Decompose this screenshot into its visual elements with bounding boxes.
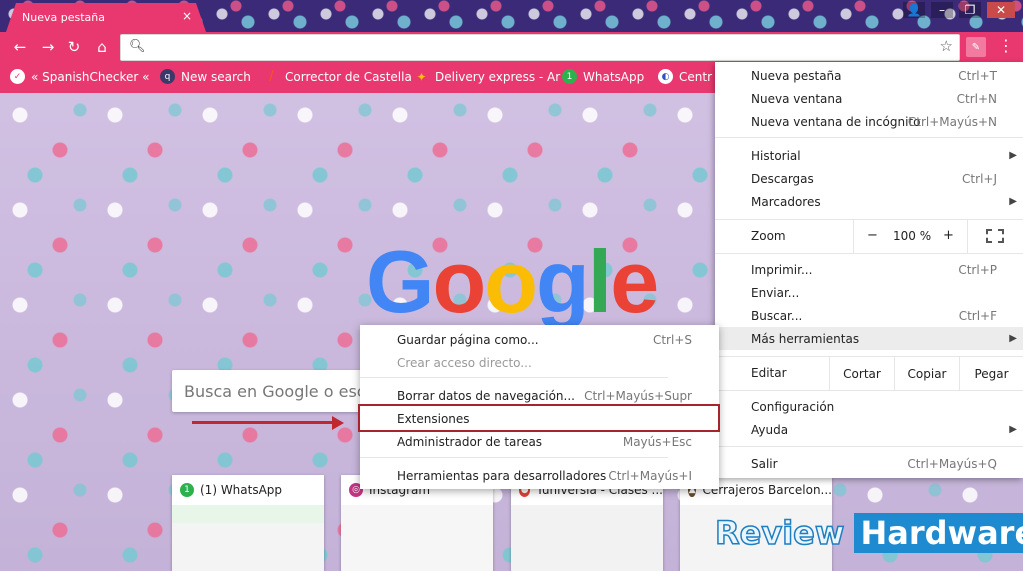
minimize-icon[interactable]: –: [931, 2, 953, 18]
cut-button[interactable]: Cortar: [829, 357, 894, 390]
most-visited-tile[interactable]: ◎ Instagram: [341, 475, 493, 571]
title-bar: Nueva pestaña × 👤 – ❐ ✕: [0, 0, 1023, 32]
whatsapp-icon: 1: [562, 69, 577, 84]
submenu-item-task-manager[interactable]: Administrador de tareas Mayús+Esc: [360, 430, 719, 453]
most-visited-tile[interactable]: ● Tuniversia - Clases ...: [511, 475, 663, 571]
menu-item-new-window[interactable]: Nueva ventana Ctrl+N: [715, 87, 1023, 110]
check-icon: ✓: [10, 69, 25, 84]
window-controls: 👤 – ❐ ✕: [903, 2, 1015, 18]
search-icon: 🔍︎: [129, 39, 146, 54]
menu-item-exit[interactable]: Salir Ctrl+Mayús+Q: [715, 452, 1023, 475]
reload-icon[interactable]: ↻: [64, 37, 84, 57]
home-icon[interactable]: ⌂: [92, 37, 112, 57]
forward-icon[interactable]: →: [38, 37, 58, 57]
zoom-label: Zoom: [751, 229, 786, 243]
menu-divider: [715, 253, 1023, 254]
menu-divider: [715, 390, 1023, 391]
bookmark-item[interactable]: ◐ Centr: [658, 69, 712, 84]
submenu-item-save-page[interactable]: Guardar página como... Ctrl+S: [360, 328, 719, 351]
bookmark-item[interactable]: q New search: [160, 69, 251, 84]
menu-item-cast[interactable]: Enviar...: [715, 281, 1023, 304]
menu-item-history[interactable]: Historial ▶: [715, 144, 1023, 167]
menu-divider: [360, 457, 668, 458]
watermark-review: Review: [714, 513, 845, 553]
tab-new-tab[interactable]: Nueva pestaña ×: [6, 3, 206, 32]
watermark-logo: Review Hardware: [714, 512, 1023, 554]
menu-item-find[interactable]: Buscar... Ctrl+F: [715, 304, 1023, 327]
edit-label: Editar: [751, 366, 787, 380]
menu-item-bookmarks[interactable]: Marcadores ▶: [715, 190, 1023, 213]
close-icon[interactable]: ×: [182, 9, 192, 23]
chevron-right-icon: ▶: [1009, 333, 1017, 344]
restore-icon[interactable]: ❐: [959, 2, 981, 18]
zoom-out-button[interactable]: −: [867, 228, 878, 243]
annotation-arrow: [192, 421, 334, 424]
tab-title: Nueva pestaña: [22, 11, 105, 24]
chevron-right-icon: ▶: [1009, 196, 1017, 207]
menu-item-downloads[interactable]: Descargas Ctrl+J: [715, 167, 1023, 190]
tile-thumbnail: [511, 505, 663, 571]
menu-item-more-tools[interactable]: Más herramientas ▶: [715, 327, 1023, 350]
menu-divider: [715, 137, 1023, 138]
pen-icon: /: [269, 69, 274, 84]
menu-item-settings[interactable]: Configuración: [715, 395, 1023, 418]
google-search-input[interactable]: Busca en Google o escri: [172, 370, 372, 412]
tile-thumbnail: [172, 505, 324, 571]
extensions-highlight-box: [358, 404, 720, 432]
chevron-right-icon: ▶: [1009, 150, 1017, 161]
menu-item-new-tab[interactable]: Nueva pestaña Ctrl+T: [715, 64, 1023, 87]
fullscreen-icon: [986, 229, 1004, 243]
bookmark-item[interactable]: 1 WhatsApp: [562, 69, 644, 84]
menu-item-incognito[interactable]: Nueva ventana de incógnito Ctrl+Mayús+N: [715, 110, 1023, 133]
bookmark-item[interactable]: / Corrector de Castella: [264, 69, 412, 84]
chevron-right-icon: ▶: [1009, 424, 1017, 435]
chrome-main-menu: Nueva pestaña Ctrl+T Nueva ventana Ctrl+N …: [715, 62, 1023, 478]
user-icon[interactable]: 👤: [903, 2, 925, 18]
bookmark-item[interactable]: ✓ « SpanishChecker «: [10, 69, 150, 84]
annotation-arrow-head: [332, 416, 344, 430]
star-icon[interactable]: ☆: [940, 37, 953, 55]
q-icon: q: [160, 69, 175, 84]
menu-item-help[interactable]: Ayuda ▶: [715, 418, 1023, 441]
most-visited-tile[interactable]: 1 (1) WhatsApp: [172, 475, 324, 571]
submenu-item-create-shortcut: Crear acceso directo...: [397, 355, 532, 370]
zoom-in-button[interactable]: +: [943, 228, 954, 243]
bookmark-item[interactable]: ✦ Delivery express - Ar: [414, 69, 560, 84]
menu-kebab-icon[interactable]: ⋮: [998, 36, 1014, 55]
delivery-icon: ✦: [416, 69, 427, 84]
menu-divider: [715, 446, 1023, 447]
zoom-row: Zoom − 100 % +: [715, 220, 1023, 253]
submenu-item-dev-tools[interactable]: Herramientas para desarrolladores Ctrl+Ma…: [360, 464, 719, 487]
address-bar[interactable]: 🔍︎ ☆: [120, 34, 960, 61]
copy-button[interactable]: Copiar: [894, 357, 959, 390]
google-logo: Google: [366, 232, 659, 331]
tile-thumbnail: [341, 505, 493, 571]
menu-item-print[interactable]: Imprimir... Ctrl+P: [715, 258, 1023, 281]
watermark-hardware: Hardware: [854, 513, 1023, 553]
back-icon[interactable]: ←: [10, 37, 30, 57]
window-close-icon[interactable]: ✕: [987, 2, 1015, 18]
paste-button[interactable]: Pegar: [959, 357, 1023, 390]
whatsapp-icon: 1: [180, 483, 194, 497]
edit-row: Editar Cortar Copiar Pegar: [715, 357, 1023, 390]
globe-icon: ◐: [658, 69, 673, 84]
zoom-value: 100 %: [893, 229, 932, 243]
menu-divider: [360, 377, 668, 378]
extension-icon[interactable]: ✎: [966, 37, 986, 57]
